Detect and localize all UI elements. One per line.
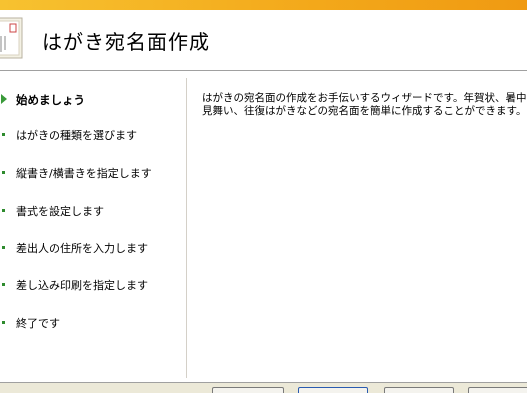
step-sender-address[interactable]: 差出人の住所を入力します xyxy=(0,238,186,258)
back-button[interactable] xyxy=(298,387,368,393)
sidebar-divider xyxy=(186,78,187,378)
wizard-description: はがきの宛名面の作成をお手伝いするウィザードです。年賀状、暑中 見舞い、往復はが… xyxy=(202,92,527,117)
wizard-title: はがき宛名面作成 xyxy=(42,30,210,54)
current-step-arrow-icon xyxy=(1,94,7,104)
step-label: 差出人の住所を入力します xyxy=(16,242,148,255)
step-orientation[interactable]: 縦書き/横書きを指定します xyxy=(0,163,186,183)
header-accent-stripe xyxy=(0,0,527,10)
step-bullet-icon xyxy=(2,283,5,286)
step-label: 終了です xyxy=(16,317,60,330)
wizard-header: はがき宛名面作成 xyxy=(0,10,527,70)
step-mail-merge[interactable]: 差し込み印刷を指定します xyxy=(0,275,186,295)
wizard-step-list: 始めましょう はがきの種類を選びます 縦書き/横書きを指定します 書式を設定しま… xyxy=(0,72,186,382)
step-label: 差し込み印刷を指定します xyxy=(16,279,148,292)
step-label: 始めましょう xyxy=(16,93,85,107)
wizard-content-pane: はがきの宛名面の作成をお手伝いするウィザードです。年賀状、暑中 見舞い、往復はが… xyxy=(188,72,527,382)
cancel-button[interactable] xyxy=(212,387,284,393)
step-card-type[interactable]: はがきの種類を選びます xyxy=(0,125,186,145)
finish-button[interactable] xyxy=(468,387,527,393)
step-label: 書式を設定します xyxy=(16,205,104,218)
step-label: 縦書き/横書きを指定します xyxy=(16,167,152,180)
postcard-icon xyxy=(0,17,23,59)
wizard-window: はがき宛名面作成 始めましょう はがきの種類を選びます 縦書き/横書きを指定しま… xyxy=(0,0,527,393)
step-bullet-icon xyxy=(2,171,5,174)
step-format[interactable]: 書式を設定します xyxy=(0,201,186,221)
step-bullet-icon xyxy=(2,209,5,212)
step-label: はがきの種類を選びます xyxy=(16,129,137,142)
next-button[interactable] xyxy=(384,387,454,393)
step-finish[interactable]: 終了です xyxy=(0,313,186,333)
step-start[interactable]: 始めましょう xyxy=(0,90,186,110)
step-bullet-icon xyxy=(2,133,5,136)
step-bullet-icon xyxy=(2,321,5,324)
step-bullet-icon xyxy=(2,246,5,249)
